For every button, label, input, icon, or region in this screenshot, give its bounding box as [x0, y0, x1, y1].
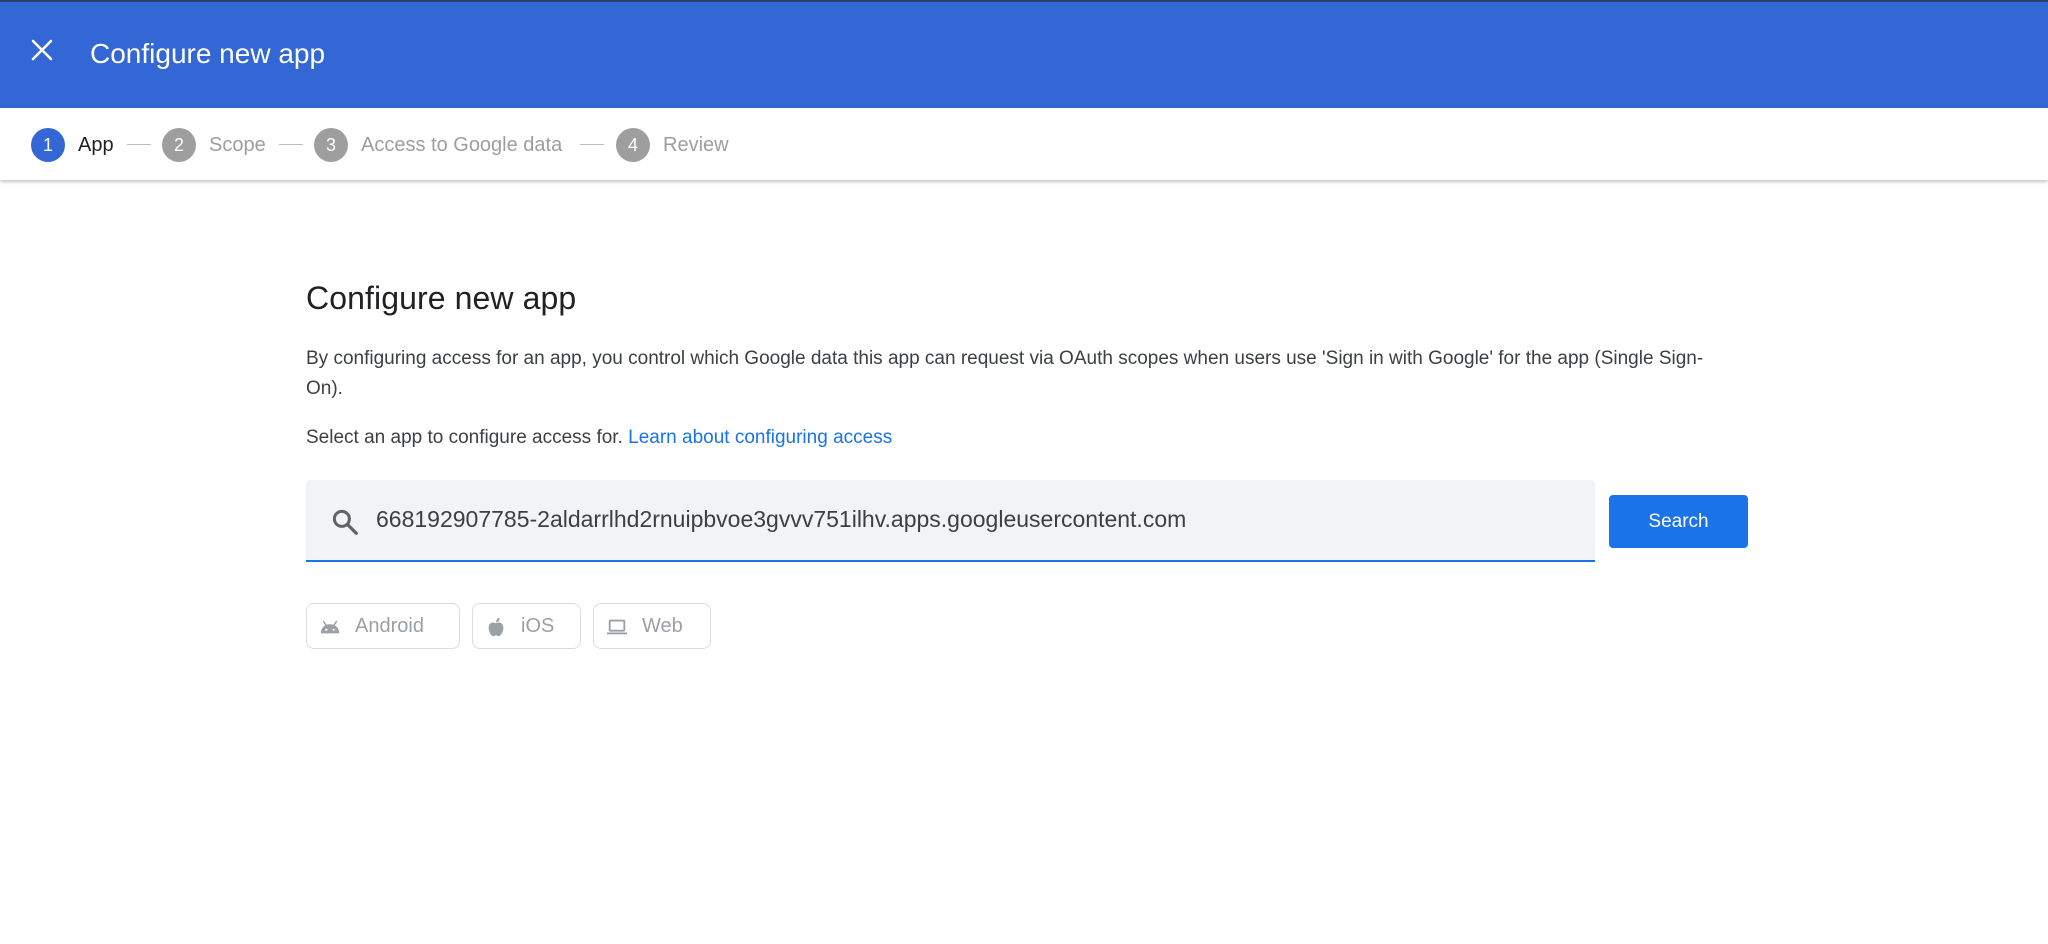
page-heading: Configure new app [306, 280, 577, 316]
step-number: 4 [616, 128, 650, 162]
step-number: 1 [31, 128, 65, 162]
step-number: 2 [162, 128, 196, 162]
step-separator [279, 144, 303, 145]
search-button[interactable]: Search [1609, 495, 1748, 548]
platform-chip-ios[interactable]: iOS [472, 603, 581, 649]
android-icon [320, 620, 340, 634]
step-scope[interactable]: 2 Scope [162, 128, 266, 162]
step-label: App [78, 133, 114, 156]
apple-icon [488, 617, 504, 637]
step-app[interactable]: 1 App [31, 128, 114, 162]
step-number: 3 [314, 128, 348, 162]
chip-label: Android [355, 615, 424, 637]
platform-chip-android[interactable]: Android [306, 603, 460, 649]
step-label: Scope [209, 133, 266, 156]
header-title: Configure new app [90, 38, 326, 69]
search-icon [332, 509, 358, 535]
step-separator [580, 144, 604, 145]
description-text: By configuring access for an app, you co… [306, 348, 1704, 399]
app-search-input[interactable]: 668192907785-2aldarrlhd2rnuipbvoe3gvvv75… [306, 480, 1595, 562]
select-app-text: Select an app to configure access for. [306, 427, 623, 448]
learn-configuring-access-link[interactable]: Learn about configuring access [628, 427, 892, 448]
step-review[interactable]: 4 Review [616, 128, 729, 162]
laptop-icon [606, 619, 628, 635]
platform-chip-web[interactable]: Web [593, 603, 711, 649]
step-label: Access to Google data [361, 133, 563, 156]
step-label: Review [663, 133, 729, 156]
app-header: Configure new app [0, 0, 2048, 108]
select-app-line: Select an app to configure access for. L… [306, 427, 892, 449]
chip-label: iOS [521, 615, 555, 637]
main-content: Configure new app By configuring access … [306, 280, 1748, 649]
step-access-to-google-data[interactable]: 3 Access to Google data [314, 128, 562, 162]
search-input-value: 668192907785-2aldarrlhd2rnuipbvoe3gvvv75… [376, 506, 1187, 532]
close-icon [31, 39, 53, 61]
step-separator [127, 144, 151, 145]
stepper: 1 App 2 Scope 3 Access to Google data 4 … [0, 108, 2048, 180]
chip-label: Web [642, 615, 683, 637]
close-button[interactable] [24, 32, 60, 68]
